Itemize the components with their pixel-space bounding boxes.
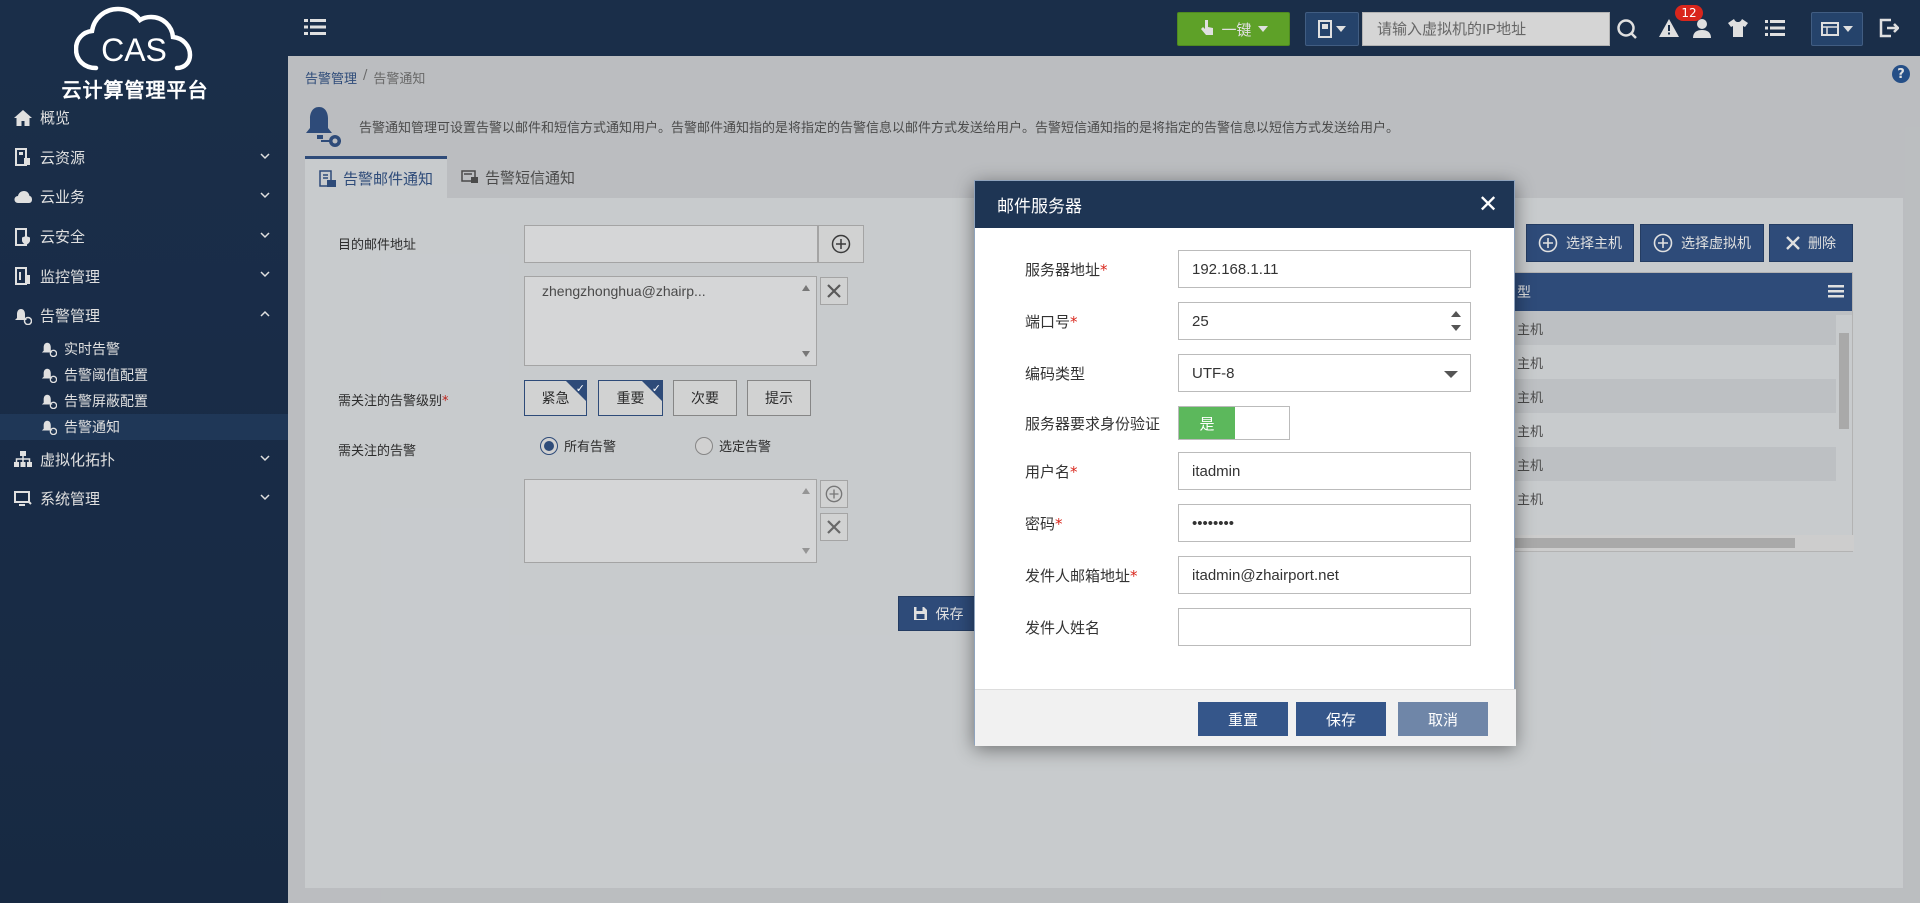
alert-count-badge: 12 xyxy=(1675,5,1703,21)
label-text: 发件人邮箱地址 xyxy=(1025,566,1131,585)
sender-name-label: 发件人姓名 xyxy=(1025,618,1101,637)
username-label: 用户名* xyxy=(1025,461,1078,482)
label-text: 服务器地址 xyxy=(1025,260,1101,279)
sender-name-row: 发件人姓名 xyxy=(975,607,1516,647)
cloud-logo-icon: CAS xyxy=(74,6,193,71)
dialog-save-button[interactable]: 保存 xyxy=(1296,702,1386,736)
select-value: UTF-8 xyxy=(1192,364,1235,382)
auth-toggle[interactable]: 是 xyxy=(1178,406,1290,440)
toggle-on-state: 是 xyxy=(1179,407,1235,439)
logo-mark: CAS xyxy=(101,32,167,68)
port-label: 端口号* xyxy=(1025,311,1078,332)
input-value: itadmin@zhairport.net xyxy=(1192,566,1339,584)
app-logo[interactable]: CAS 云计算管理平台 xyxy=(0,0,288,102)
server-address-input[interactable]: 192.168.1.11 xyxy=(1178,250,1471,288)
dialog-header: 邮件服务器 ✕ xyxy=(975,181,1514,228)
mail-server-dialog: 邮件服务器 ✕ 服务器地址* 192.168.1.11 端口号* 25 编码类型… xyxy=(974,180,1516,746)
input-value: •••••••• xyxy=(1192,514,1235,532)
password-label: 密码* xyxy=(1025,513,1063,534)
required-mark: * xyxy=(1130,566,1138,585)
server-address-row: 服务器地址* 192.168.1.11 xyxy=(975,249,1516,289)
sender-email-label: 发件人邮箱地址* xyxy=(1025,565,1138,586)
reset-button[interactable]: 重置 xyxy=(1198,702,1288,736)
server-address-label: 服务器地址* xyxy=(1025,259,1108,280)
required-mark: * xyxy=(1070,312,1078,331)
label-text: 密码 xyxy=(1025,514,1056,533)
input-value: 192.168.1.11 xyxy=(1192,260,1279,278)
auth-row: 服务器要求身份验证 是 xyxy=(975,403,1516,443)
required-mark: * xyxy=(1055,514,1063,533)
encoding-select[interactable]: UTF-8 xyxy=(1178,354,1471,392)
auth-label: 服务器要求身份验证 xyxy=(1025,414,1161,433)
label-text: 用户名 xyxy=(1025,462,1071,481)
input-value: itadmin xyxy=(1192,462,1241,480)
check-icon: ✓ xyxy=(575,382,585,395)
close-icon[interactable]: ✕ xyxy=(1476,190,1500,218)
dialog-footer: 重置 保存 取消 xyxy=(975,689,1516,746)
check-icon: ✓ xyxy=(651,382,661,395)
sender-email-input[interactable]: itadmin@zhairport.net xyxy=(1178,556,1471,594)
password-input[interactable]: •••••••• xyxy=(1178,504,1471,542)
label-text: 端口号 xyxy=(1025,312,1071,331)
input-value: 25 xyxy=(1192,312,1209,330)
username-input[interactable]: itadmin xyxy=(1178,452,1471,490)
required-mark: * xyxy=(1070,462,1078,481)
port-stepper[interactable]: 25 xyxy=(1178,302,1471,340)
cancel-button[interactable]: 取消 xyxy=(1398,702,1488,736)
username-row: 用户名* itadmin xyxy=(975,451,1516,491)
encoding-label: 编码类型 xyxy=(1025,364,1086,383)
modal-overlay xyxy=(0,0,1920,903)
password-row: 密码* •••••••• xyxy=(975,503,1516,543)
spinner-arrows-icon[interactable] xyxy=(1450,307,1462,335)
sender-name-input[interactable] xyxy=(1178,608,1471,646)
encoding-row: 编码类型 UTF-8 xyxy=(975,353,1516,393)
dropdown-arrow-icon xyxy=(1444,371,1458,378)
required-mark: * xyxy=(1100,260,1108,279)
dialog-title: 邮件服务器 xyxy=(997,197,1082,217)
logo-title: 云计算管理平台 xyxy=(61,78,209,102)
sender-email-row: 发件人邮箱地址* itadmin@zhairport.net xyxy=(975,555,1516,595)
port-row: 端口号* 25 xyxy=(975,301,1516,341)
